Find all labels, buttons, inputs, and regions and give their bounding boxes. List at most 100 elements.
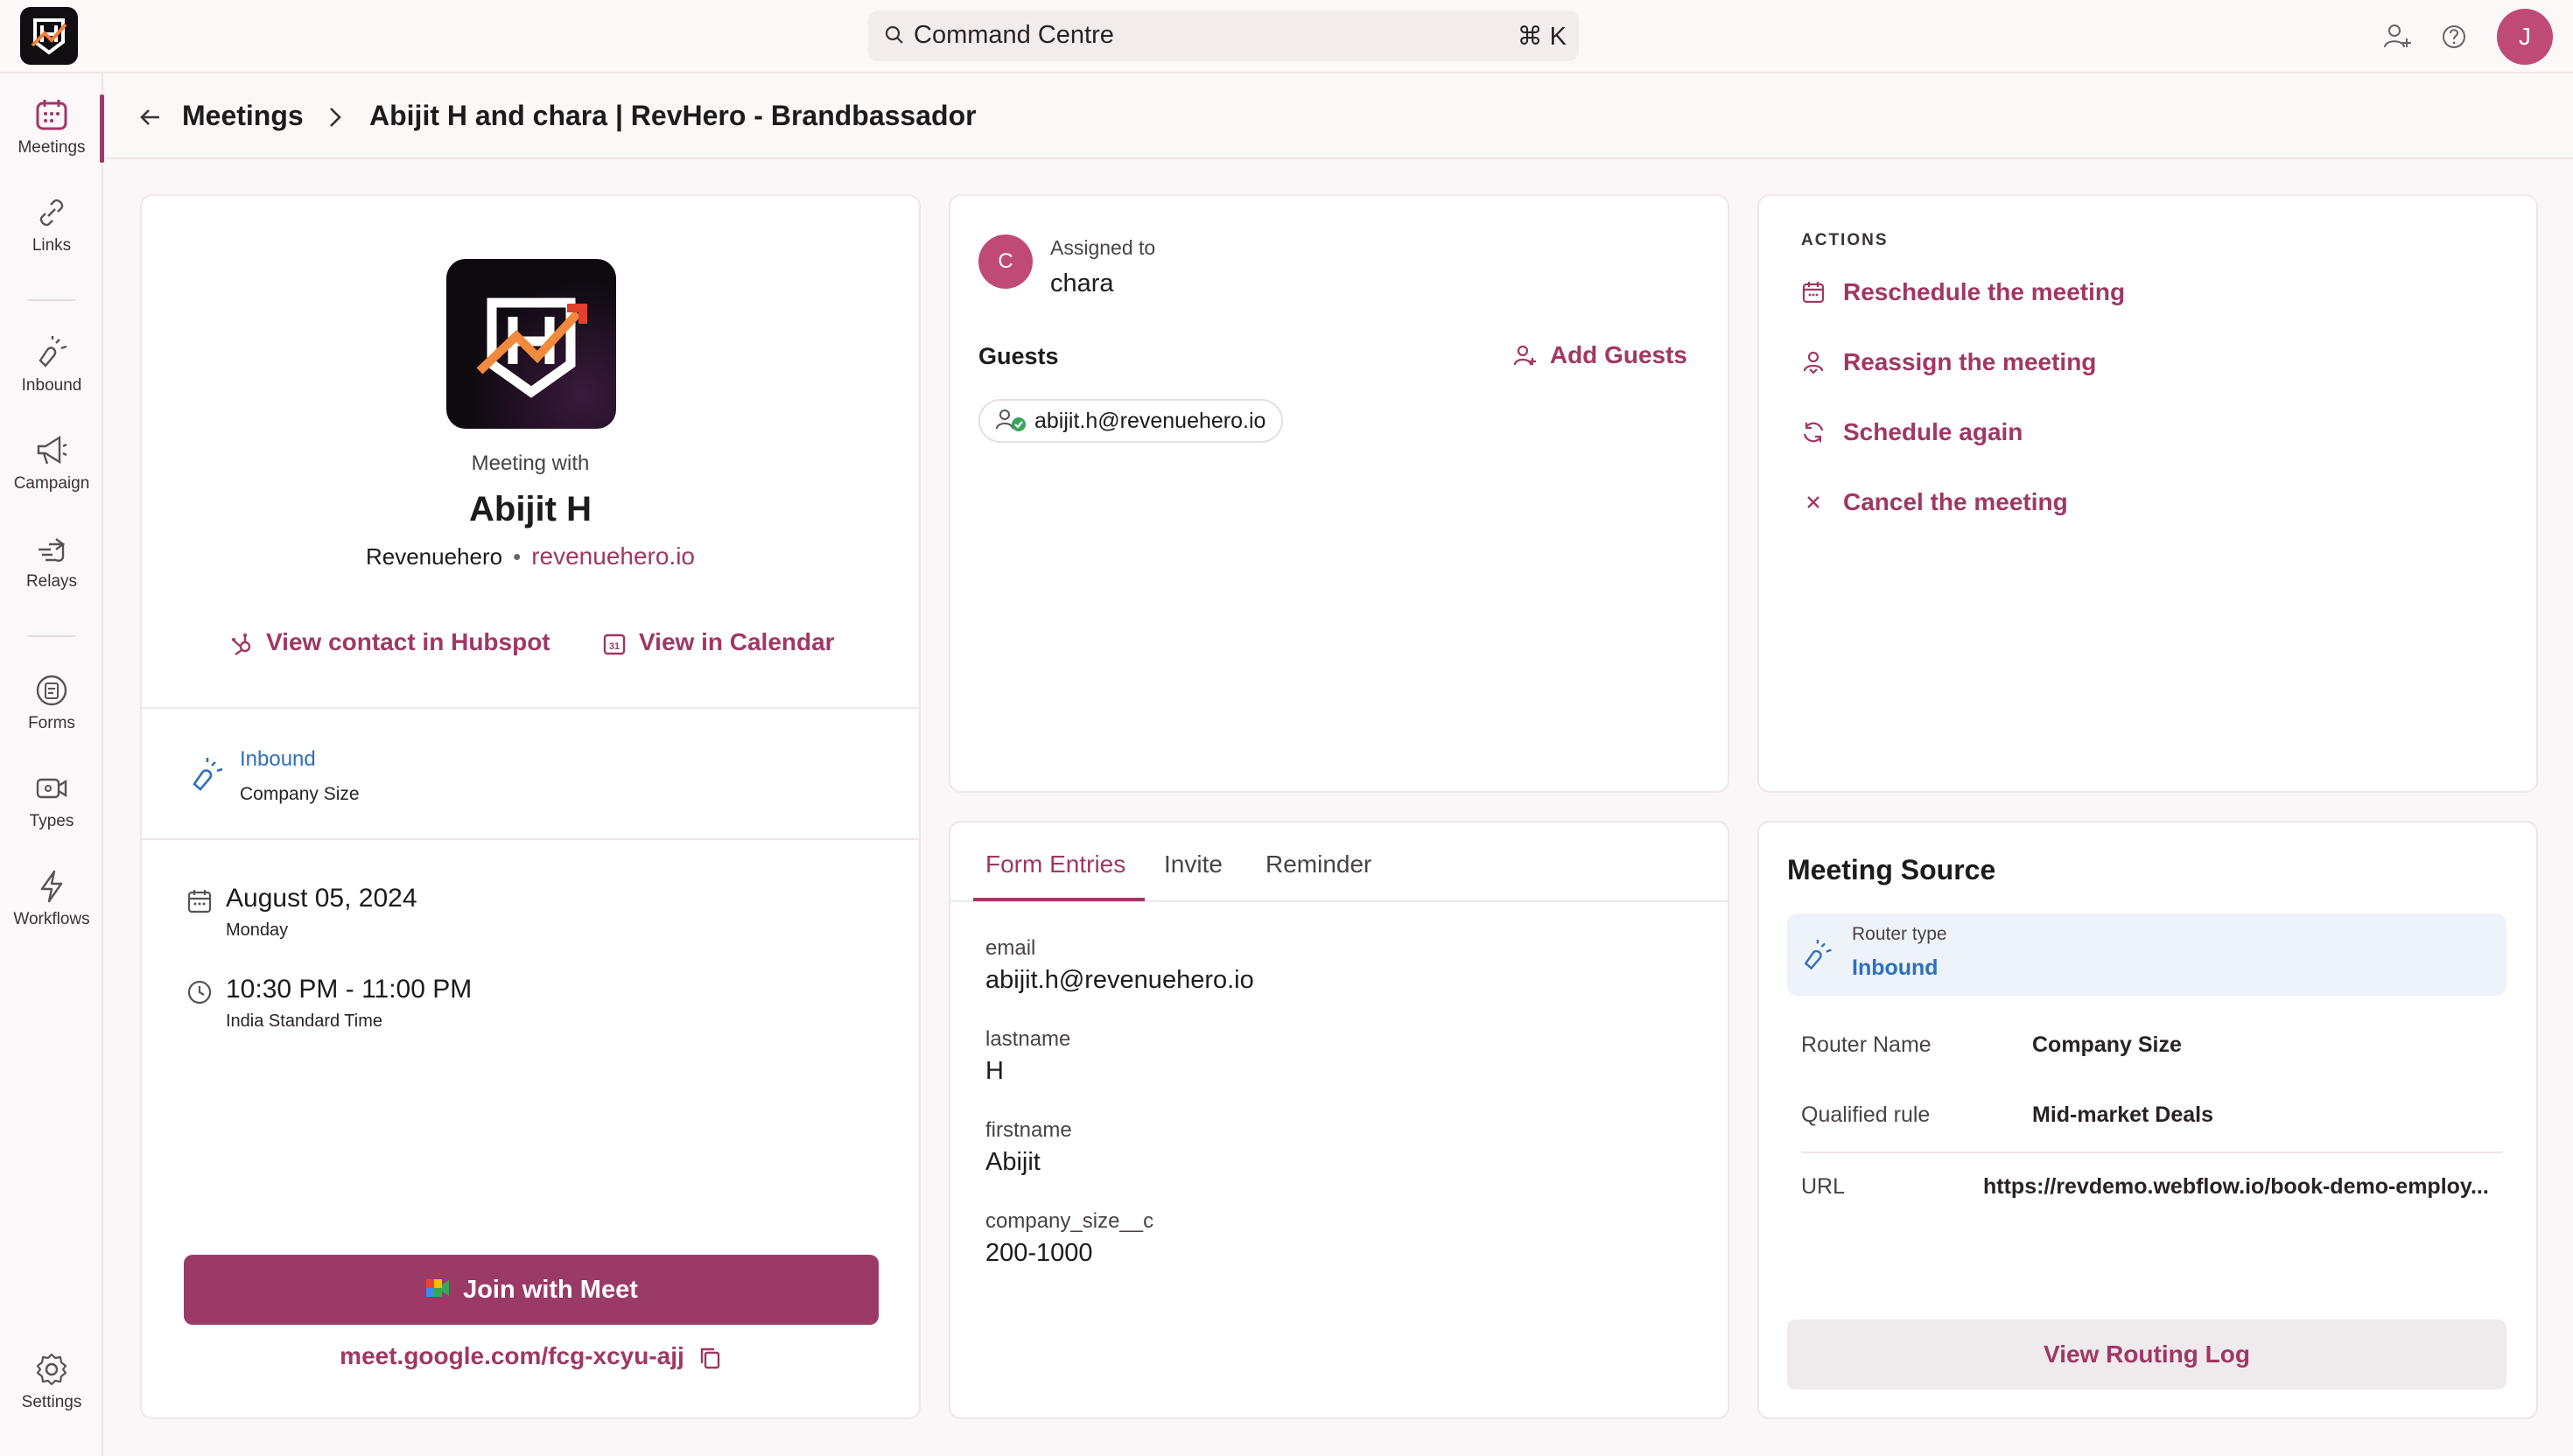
sidebar-item-campaign[interactable]: Campaign (0, 432, 103, 494)
google-meet-icon (426, 1279, 450, 1298)
router-type-label: Router type (1852, 924, 1947, 944)
sidebar-item-label: Links (32, 236, 72, 255)
guests-heading: Guests (978, 343, 1059, 369)
view-routing-log-button[interactable]: View Routing Log (1787, 1320, 2506, 1390)
sidebar-item-label: Workflows (13, 910, 90, 928)
sidebar-divider (28, 299, 75, 301)
gear-icon (36, 1353, 67, 1386)
contact-name: Abijit H (469, 490, 592, 528)
search-icon (885, 25, 903, 44)
bolt-icon (40, 870, 63, 903)
sidebar-item-label: Forms (28, 714, 75, 732)
schedule-again-action[interactable]: Schedule again (1801, 418, 2023, 446)
tab-reminder[interactable]: Reminder (1265, 850, 1371, 878)
form-entry-key: firstname (985, 1118, 1072, 1142)
inbound-icon (1804, 939, 1832, 970)
inbound-icon (39, 336, 67, 368)
assignee-name: chara (1050, 270, 1114, 298)
guest-email: abijit.h@revenuehero.io (1034, 409, 1266, 433)
router-name-value: Company Size (2032, 1032, 2182, 1057)
sidebar-item-meetings[interactable]: Meetings (0, 96, 103, 158)
relay-icon (39, 538, 65, 562)
calendar-icon (36, 100, 67, 130)
company-name: Revenuehero (365, 543, 503, 570)
form-entry-key: email (985, 936, 1036, 960)
page-title: Abijit H and chara | RevHero - Brandbass… (369, 100, 977, 131)
tab-invite[interactable]: Invite (1164, 850, 1223, 878)
close-icon (1807, 495, 1819, 508)
assignee-avatar: C (978, 234, 1033, 289)
megaphone-icon (37, 435, 67, 465)
meeting-source-card: Meeting Source Router type Inbound Route… (1757, 821, 2538, 1419)
add-guests-button[interactable]: Add Guests (1511, 341, 1687, 369)
form-entry-key: lastname (985, 1027, 1071, 1051)
guest-chip[interactable]: abijit.h@revenuehero.io (978, 399, 1284, 443)
divider (142, 707, 919, 709)
view-calendar-link[interactable]: 31 View in Calendar (602, 628, 835, 656)
user-avatar[interactable]: J (2497, 9, 2553, 65)
sidebar-item-types[interactable]: Types (0, 770, 103, 831)
divider (142, 838, 919, 840)
reschedule-action[interactable]: Reschedule the meeting (1801, 278, 2125, 306)
meeting-source-heading: Meeting Source (1787, 854, 1996, 886)
router-type-value[interactable]: Inbound (1852, 956, 1939, 981)
breadcrumb-meetings[interactable]: Meetings (182, 100, 304, 132)
meeting-time: 10:30 PM - 11:00 PM (226, 975, 473, 1004)
video-icon (36, 778, 67, 799)
qualified-rule-value: Mid-market Deals (2032, 1102, 2214, 1127)
refresh-icon (1803, 422, 1824, 442)
guest-accepted-icon (996, 410, 1026, 432)
sidebar-item-label: Relays (25, 572, 78, 591)
meeting-date: August 05, 2024 (226, 884, 417, 913)
help-icon[interactable] (2436, 19, 2471, 54)
add-user-icon[interactable] (2380, 19, 2415, 54)
sidebar-item-links[interactable]: Links (0, 194, 103, 256)
sidebar-item-inbound[interactable]: Inbound (0, 334, 103, 396)
tab-form-entries[interactable]: Form Entries (985, 850, 1125, 878)
copy-icon[interactable] (698, 1346, 721, 1370)
sidebar-item-label: Inbound (21, 376, 82, 395)
top-bar: Command Centre ⌘ K J (0, 0, 2573, 74)
url-value[interactable]: https://revdemo.webflow.io/book-demo-emp… (1983, 1174, 2503, 1200)
sidebar-item-label: Settings (21, 1393, 82, 1411)
join-with-meet-button[interactable]: Join with Meet (184, 1255, 879, 1325)
actions-card: ACTIONS Reschedule the meeting Reassign … (1757, 194, 2538, 793)
google-calendar-icon: 31 (603, 634, 626, 654)
sidebar-item-label: Types (29, 812, 74, 830)
form-icon (36, 675, 67, 706)
company-domain-link[interactable]: revenuehero.io (531, 542, 695, 570)
sidebar-item-relays[interactable]: Relays (0, 530, 103, 592)
form-entry-value: H (985, 1057, 1004, 1085)
form-entry-value: Abijit (985, 1148, 1041, 1176)
form-entry-value: 200-1000 (985, 1239, 1093, 1267)
company-logo (446, 259, 616, 429)
actions-heading: ACTIONS (1801, 231, 1889, 249)
meet-url-link[interactable]: meet.google.com/fcg-xcyu-ajj (142, 1342, 919, 1370)
view-hubspot-link[interactable]: View contact in Hubspot (229, 628, 550, 656)
router-name-label: Router Name (1801, 1032, 1932, 1057)
reassign-action[interactable]: Reassign the meeting (1801, 348, 2096, 376)
source-type[interactable]: Inbound (240, 747, 316, 772)
calendar-icon (1802, 281, 1825, 303)
qualified-rule-label: Qualified rule (1801, 1102, 1931, 1127)
back-arrow-icon[interactable] (138, 105, 163, 130)
sidebar-item-label: Meetings (18, 138, 86, 157)
meeting-day: Monday (226, 920, 289, 940)
assignment-card: C Assigned to chara Guests Add Guests ab… (949, 194, 1729, 793)
sidebar: Meetings Links Inbound Campaign Relays F… (0, 74, 104, 1456)
active-tab-indicator (973, 898, 1145, 901)
command-search[interactable]: Command Centre ⌘ K (868, 10, 1579, 61)
meeting-details-card: Meeting with Abijit H Revenuehero • revenu… (140, 194, 921, 1419)
reassign-icon (1803, 351, 1824, 374)
breadcrumb: Meetings Abijit H and chara | RevHero - … (105, 74, 2573, 159)
sidebar-item-label: Campaign (13, 474, 90, 493)
cancel-meeting-action[interactable]: Cancel the meeting (1801, 488, 2068, 516)
sidebar-item-forms[interactable]: Forms (0, 672, 103, 733)
divider (1801, 1152, 2503, 1153)
search-shortcut: ⌘ K (1517, 23, 1567, 51)
sidebar-item-settings[interactable]: Settings (0, 1351, 103, 1412)
app-logo[interactable] (20, 7, 78, 65)
inbound-icon (193, 758, 223, 791)
meeting-with-label: Meeting with (471, 452, 590, 475)
sidebar-item-workflows[interactable]: Workflows (0, 868, 103, 929)
